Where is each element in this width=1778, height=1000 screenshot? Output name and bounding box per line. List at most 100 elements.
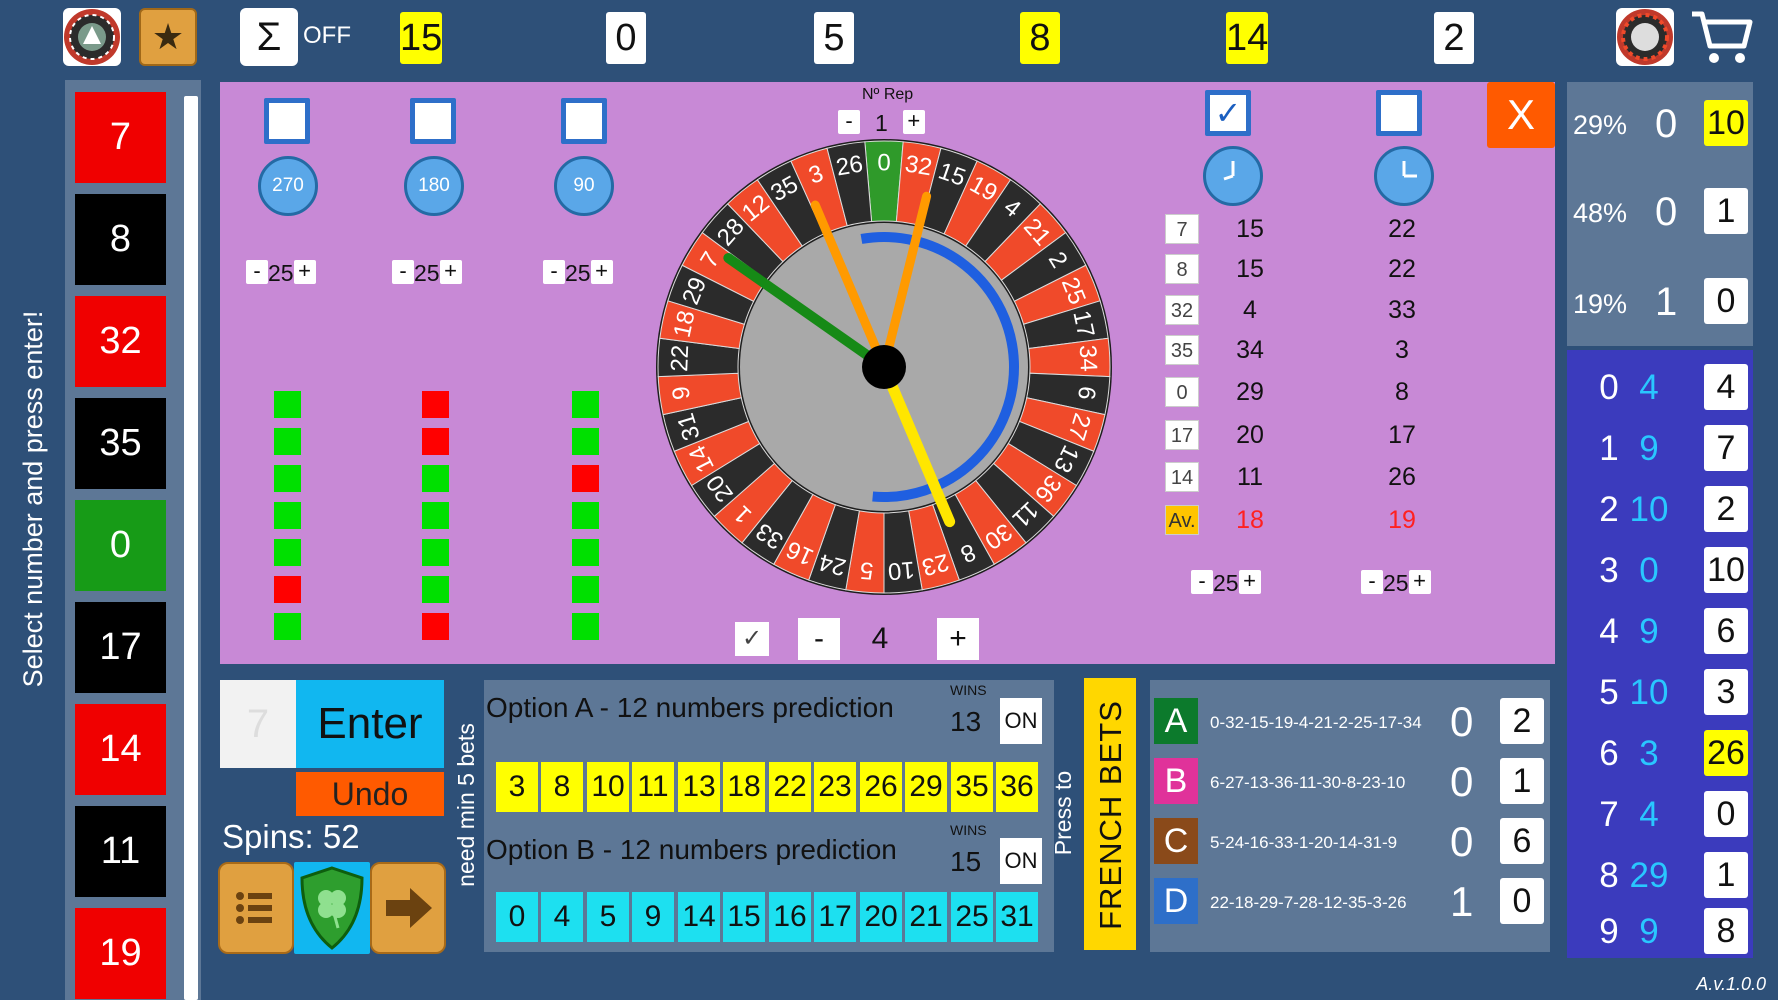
roulette-logo-icon[interactable] [63, 8, 121, 66]
history-item[interactable]: 8 [75, 194, 166, 285]
hit-marker [572, 428, 599, 455]
distance-value: 34 [1236, 336, 1264, 364]
hit-marker [572, 539, 599, 566]
minus-button[interactable]: - [392, 260, 414, 284]
plus-button[interactable]: + [590, 260, 613, 284]
list-icon[interactable] [218, 862, 294, 954]
digit-count: 9 [1639, 612, 1659, 651]
history-item[interactable]: 35 [75, 398, 166, 489]
clock-icon[interactable] [1203, 146, 1263, 206]
favorite-star-icon[interactable]: ★ [139, 8, 197, 66]
option-b-number: 9 [632, 892, 674, 942]
wheel-hub [862, 345, 906, 389]
rotate-dial-icon[interactable]: 270 [258, 156, 318, 216]
enter-button[interactable]: Enter [296, 680, 444, 768]
count-minus-button[interactable]: - [798, 618, 840, 660]
wheel-number: 26 [834, 150, 865, 181]
stepper-value: 25 [1213, 570, 1239, 596]
average-value: 18 [1236, 506, 1264, 534]
sum-toggle-button[interactable]: Σ [240, 8, 298, 66]
option-b-number: 16 [769, 892, 811, 942]
clock-stepper: -25 + [1361, 570, 1431, 596]
minus-button[interactable]: - [543, 260, 565, 284]
roulette-wheel-icon[interactable] [1616, 8, 1674, 66]
instruction-label: Select number and press enter! [18, 310, 48, 688]
option-a-number: 23 [814, 762, 856, 812]
plus-button[interactable]: + [293, 260, 316, 284]
top-number: 14 [1226, 12, 1268, 64]
stat-box: 0 [1704, 278, 1748, 324]
rep-minus-button[interactable]: - [838, 110, 860, 134]
option-b-number: 15 [723, 892, 765, 942]
digit-count: 9 [1639, 912, 1659, 951]
wheel-number: 22 [666, 344, 694, 372]
option-a-wins: 13 [950, 706, 982, 737]
hit-marker [422, 428, 449, 455]
option-a-toggle[interactable]: ON [1000, 698, 1042, 744]
option-a-number: 11 [632, 762, 674, 812]
history-item[interactable]: 7 [75, 92, 166, 183]
history-item[interactable]: 17 [75, 602, 166, 693]
history-scrollbar[interactable] [184, 96, 198, 1000]
column-checkbox[interactable] [561, 98, 607, 144]
history-item[interactable]: 19 [75, 908, 166, 999]
plus-button[interactable]: + [1238, 570, 1261, 594]
digit-box: 0 [1704, 791, 1748, 837]
hit-marker [422, 613, 449, 640]
confirm-checkbox[interactable]: ✓ [735, 622, 769, 656]
spin-number: 8 [1165, 254, 1199, 284]
history-item[interactable]: 0 [75, 500, 166, 591]
option-b-number: 21 [905, 892, 947, 942]
distance-value: 17 [1388, 421, 1416, 449]
column-checkbox[interactable] [264, 98, 310, 144]
distance-value: 26 [1388, 463, 1416, 491]
clover-shield-icon[interactable] [294, 862, 370, 954]
bet-letter: C [1154, 818, 1198, 864]
rotate-dial-icon[interactable]: 90 [554, 156, 614, 216]
hit-marker [422, 465, 449, 492]
distance-value: 20 [1236, 421, 1264, 449]
history-item[interactable]: 32 [75, 296, 166, 387]
digit-count: 4 [1639, 795, 1659, 834]
minus-button[interactable]: - [1361, 570, 1383, 594]
option-b-number: 25 [951, 892, 993, 942]
distance-value: 15 [1236, 215, 1264, 243]
french-bets-panel: A 0-32-15-19-4-21-2-25-17-34 0 2 B 6-27-… [1150, 680, 1550, 952]
top-number: 2 [1434, 12, 1474, 64]
undo-button[interactable]: Undo [296, 772, 444, 816]
clock-checkbox[interactable] [1376, 90, 1422, 136]
count-plus-button[interactable]: + [937, 618, 979, 660]
hit-marker [274, 502, 301, 529]
history-item[interactable]: 14 [75, 704, 166, 795]
press-to-label: Press to [1050, 770, 1076, 856]
bet-count: 1 [1450, 878, 1474, 925]
minus-button[interactable]: - [246, 260, 268, 284]
plus-button[interactable]: + [439, 260, 462, 284]
next-arrow-icon[interactable] [370, 862, 446, 954]
option-a-number: 29 [905, 762, 947, 812]
bet-box: 2 [1500, 698, 1544, 744]
stat-value: 0 [1655, 102, 1678, 146]
rep-plus-button[interactable]: + [902, 110, 925, 134]
digit-count: 9 [1639, 429, 1659, 468]
close-button[interactable]: X [1487, 82, 1555, 148]
minus-button[interactable]: - [1191, 570, 1213, 594]
bet-sequence: 6-27-13-36-11-30-8-23-10 [1210, 773, 1406, 792]
rotate-dial-icon[interactable]: 180 [404, 156, 464, 216]
column-checkbox[interactable] [410, 98, 456, 144]
clock-checkbox[interactable]: ✓ [1205, 90, 1251, 136]
prediction-panel: 270 180 90 -25 + -25 + -25 + Nº Rep - 1 + 0… [220, 82, 1555, 664]
plus-button[interactable]: + [1408, 570, 1431, 594]
rep-value: 1 [874, 110, 888, 136]
french-bets-label: FRENCH BETS [1093, 700, 1128, 930]
option-b-number: 20 [860, 892, 902, 942]
option-b-wins: 15 [950, 846, 982, 877]
hit-marker [572, 576, 599, 603]
bet-sequence: 22-18-29-7-28-12-35-3-26 [1210, 893, 1407, 912]
number-input[interactable]: 7 [220, 680, 296, 768]
clock-icon[interactable] [1374, 146, 1434, 206]
option-b-number: 31 [996, 892, 1038, 942]
cart-icon[interactable] [1690, 8, 1754, 66]
option-b-toggle[interactable]: ON [1000, 838, 1042, 884]
history-item[interactable]: 11 [75, 806, 166, 897]
